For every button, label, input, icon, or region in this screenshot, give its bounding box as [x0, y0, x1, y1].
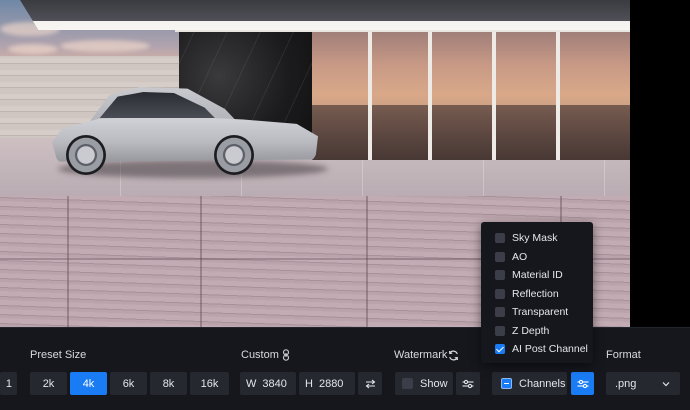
preset-16k-button[interactable]: 16k — [190, 372, 229, 395]
height-prefix: H — [305, 377, 313, 390]
cloud — [60, 40, 150, 52]
channels-dropdown: Sky Mask AO Material ID Reflection Trans… — [481, 222, 593, 363]
preset-size-label: Preset Size — [30, 349, 87, 361]
channel-option-label: Z Depth — [512, 324, 550, 337]
sliders-icon — [462, 379, 474, 389]
channel-option-z-depth[interactable]: Z Depth — [481, 322, 593, 341]
cloud — [8, 44, 58, 54]
format-value: .png — [615, 377, 637, 390]
channels-checkbox[interactable] — [501, 378, 512, 389]
preset-4k-label: 4k — [82, 377, 95, 390]
channels-label: Channels — [519, 377, 566, 390]
watermark-label: Watermark — [394, 349, 448, 361]
window-mullion — [428, 14, 432, 160]
watermark-show-label: Show — [420, 377, 448, 390]
width-value: 3840 — [262, 377, 287, 390]
channel-option-transparent[interactable]: Transparent — [481, 303, 593, 322]
link-icon[interactable] — [282, 349, 290, 361]
preset-8k-label: 8k — [162, 377, 175, 390]
channel-option-label: Material ID — [512, 269, 563, 282]
channel-checkbox-checked[interactable] — [495, 344, 505, 355]
channel-checkbox[interactable] — [495, 270, 505, 281]
channels-toggle[interactable]: Channels — [492, 372, 567, 395]
format-label: Format — [606, 349, 641, 361]
viewport-margin — [630, 0, 690, 327]
channel-option-label: AO — [512, 250, 528, 263]
channel-checkbox[interactable] — [495, 233, 505, 244]
channel-checkbox[interactable] — [495, 325, 505, 336]
channel-option-label: Reflection — [512, 287, 559, 300]
previous-control[interactable]: 1 — [0, 372, 17, 395]
refresh-icon[interactable] — [448, 350, 459, 361]
channel-option-reflection[interactable]: Reflection — [481, 285, 593, 304]
height-value: 2880 — [318, 377, 344, 390]
sliders-icon — [577, 379, 589, 389]
preset-2k-label: 2k — [42, 377, 55, 390]
terrace-joint — [67, 196, 69, 327]
terrace-joint — [200, 196, 202, 327]
window-mullion — [368, 14, 372, 160]
channel-option-material-id[interactable]: Material ID — [481, 266, 593, 285]
width-field[interactable]: W 3840 — [240, 372, 296, 395]
window-mullion — [556, 14, 560, 160]
preset-16k-label: 16k — [200, 377, 219, 390]
watermark-show-checkbox[interactable] — [402, 378, 413, 389]
glass-reflection — [312, 105, 630, 160]
watermark-settings-button[interactable] — [456, 372, 480, 395]
preset-6k-button[interactable]: 6k — [110, 372, 147, 395]
custom-label: Custom — [241, 349, 279, 361]
preset-2k-button[interactable]: 2k — [30, 372, 67, 395]
preset-8k-button[interactable]: 8k — [150, 372, 187, 395]
car-wheel — [214, 135, 254, 175]
previous-control-value: 1 — [5, 377, 12, 390]
channel-checkbox[interactable] — [495, 288, 505, 299]
preset-4k-button[interactable]: 4k — [70, 372, 107, 395]
format-select[interactable]: .png — [606, 372, 680, 395]
swap-icon — [365, 379, 376, 389]
car-wheel — [66, 135, 106, 175]
channel-option-sky-mask[interactable]: Sky Mask — [481, 229, 593, 248]
channel-checkbox[interactable] — [495, 307, 505, 318]
channels-settings-button[interactable] — [571, 372, 594, 395]
width-prefix: W — [246, 377, 257, 390]
terrace-joint — [366, 196, 368, 327]
channel-option-label: Sky Mask — [512, 232, 558, 245]
chevron-down-icon — [662, 381, 670, 387]
channel-option-label: Transparent — [512, 306, 569, 319]
window-mullion — [492, 14, 496, 160]
channel-option-ai-post-channel[interactable]: AI Post Channel — [481, 340, 593, 359]
swap-dimensions-button[interactable] — [358, 372, 382, 395]
channel-option-ao[interactable]: AO — [481, 248, 593, 267]
watermark-show-toggle[interactable]: Show — [395, 372, 453, 395]
height-field[interactable]: H 2880 — [299, 372, 355, 395]
channel-option-label: AI Post Channel — [512, 343, 588, 356]
channel-checkbox[interactable] — [495, 251, 505, 262]
preset-6k-label: 6k — [122, 377, 135, 390]
roof-overhang — [20, 0, 630, 30]
